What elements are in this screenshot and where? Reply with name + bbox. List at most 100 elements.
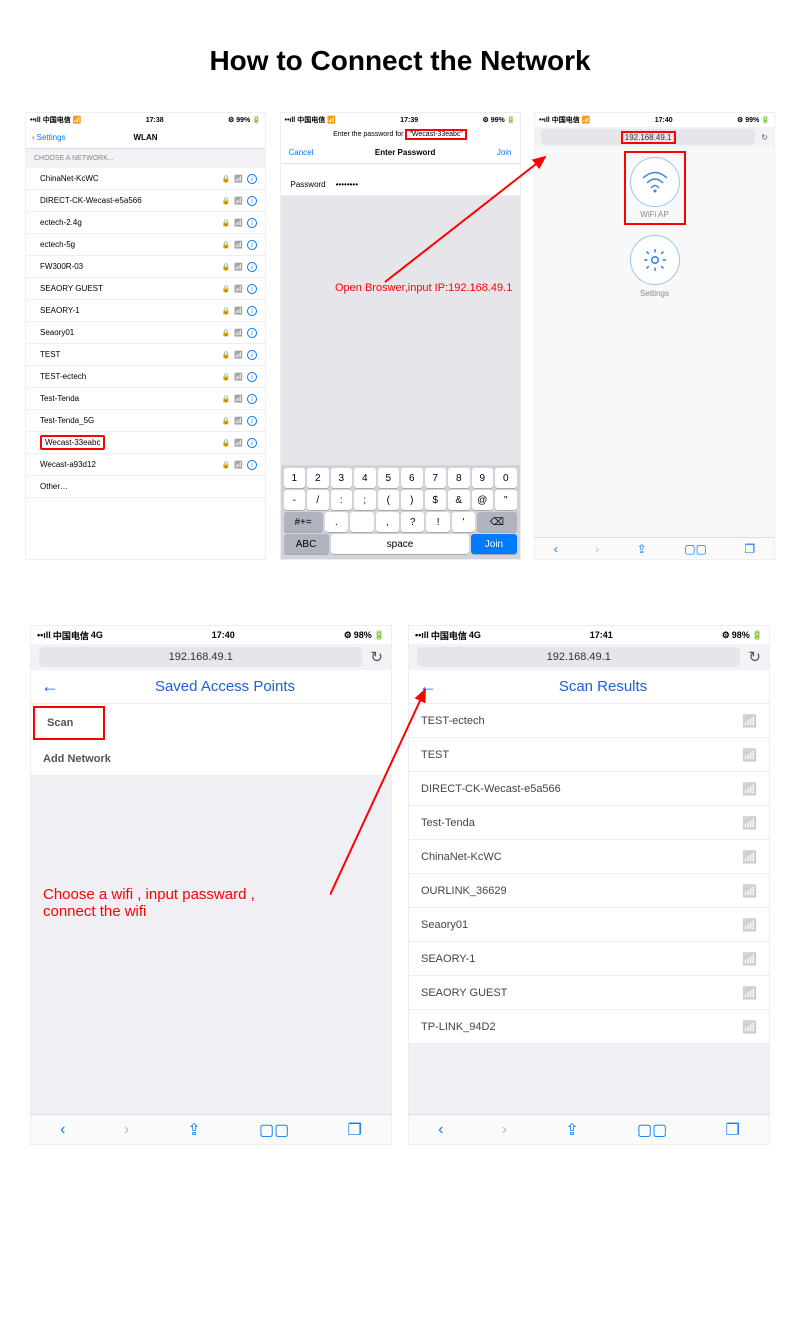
- kb-key[interactable]: (: [378, 490, 400, 510]
- add-network-button[interactable]: Add Network: [31, 742, 391, 776]
- kb-key[interactable]: 8: [448, 468, 470, 488]
- kb-key[interactable]: ": [495, 490, 517, 510]
- kb-key[interactable]: /: [307, 490, 329, 510]
- wifi-row[interactable]: Test-Tendai: [26, 388, 265, 410]
- reload-icon[interactable]: [761, 133, 768, 142]
- wifi-row[interactable]: Other…: [26, 476, 265, 498]
- share-icon[interactable]: ⇪: [187, 1120, 200, 1140]
- info-icon[interactable]: i: [247, 284, 257, 294]
- safari-toolbar: ‹ › ⇪ ▢▢ ❐: [409, 1114, 769, 1144]
- back-button[interactable]: ‹Settings: [32, 133, 66, 142]
- wifi-row[interactable]: FW300R-03i: [26, 256, 265, 278]
- kb-key[interactable]: .: [325, 512, 348, 532]
- wifi-row[interactable]: ectech-2.4gi: [26, 212, 265, 234]
- kb-key[interactable]: 6: [401, 468, 423, 488]
- kb-key[interactable]: 9: [472, 468, 494, 488]
- kb-shift[interactable]: #+=: [284, 512, 323, 532]
- info-icon[interactable]: i: [247, 262, 257, 272]
- info-icon[interactable]: i: [247, 394, 257, 404]
- wifi-row[interactable]: Test-Tenda_5Gi: [26, 410, 265, 432]
- scan-result-row[interactable]: SEAORY-1: [409, 942, 769, 976]
- tabs-icon[interactable]: ❐: [744, 542, 755, 556]
- kb-key[interactable]: 4: [354, 468, 376, 488]
- info-icon[interactable]: i: [247, 240, 257, 250]
- back-arrow-icon[interactable]: ←: [419, 676, 437, 697]
- back-arrow-icon[interactable]: ←: [41, 676, 59, 697]
- kb-backspace[interactable]: ⌫: [477, 512, 516, 532]
- wifi-row[interactable]: Seaory01i: [26, 322, 265, 344]
- scan-result-row[interactable]: Test-Tenda: [409, 806, 769, 840]
- kb-key[interactable]: 0: [495, 468, 517, 488]
- scan-result-row[interactable]: OURLINK_36629: [409, 874, 769, 908]
- kb-key[interactable]: 2: [307, 468, 329, 488]
- wifi-row[interactable]: ChinaNet-KcWCi: [26, 168, 265, 190]
- kb-key[interactable]: -: [284, 490, 306, 510]
- info-icon[interactable]: i: [247, 328, 257, 338]
- join-button[interactable]: Join: [497, 148, 512, 157]
- password-field-row[interactable]: Password ••••••••: [281, 174, 520, 196]
- info-icon[interactable]: i: [247, 306, 257, 316]
- back-icon[interactable]: ‹: [554, 542, 558, 556]
- wifi-row[interactable]: DIRECT-CK-Wecast-e5a566i: [26, 190, 265, 212]
- reload-icon[interactable]: [748, 648, 761, 666]
- wifi-row[interactable]: TEST-ectechi: [26, 366, 265, 388]
- bookmarks-icon[interactable]: ▢▢: [684, 542, 707, 556]
- bookmarks-icon[interactable]: ▢▢: [259, 1120, 289, 1140]
- scan-button[interactable]: Scan: [33, 706, 105, 740]
- kb-key[interactable]: ?: [401, 512, 424, 532]
- settings-button[interactable]: [630, 235, 680, 285]
- info-icon[interactable]: i: [247, 218, 257, 228]
- back-icon[interactable]: ‹: [60, 1121, 65, 1139]
- scan-result-row[interactable]: ChinaNet-KcWC: [409, 840, 769, 874]
- kb-key[interactable]: ): [401, 490, 423, 510]
- kb-abc[interactable]: ABC: [284, 534, 329, 554]
- reload-icon[interactable]: [370, 648, 383, 666]
- info-icon[interactable]: i: [247, 196, 257, 206]
- scan-result-row[interactable]: DIRECT-CK-Wecast-e5a566: [409, 772, 769, 806]
- share-icon[interactable]: ⇪: [637, 542, 647, 556]
- wifi-ap-button[interactable]: [630, 157, 680, 207]
- wifi-signal-icon: [742, 850, 757, 864]
- scan-result-row[interactable]: Seaory01: [409, 908, 769, 942]
- kb-key[interactable]: [350, 512, 373, 532]
- wifi-row[interactable]: SEAORY-1i: [26, 300, 265, 322]
- kb-join[interactable]: Join: [471, 534, 516, 554]
- bookmarks-icon[interactable]: ▢▢: [637, 1120, 667, 1140]
- cancel-button[interactable]: Cancel: [289, 148, 314, 157]
- kb-key[interactable]: 1: [284, 468, 306, 488]
- info-icon[interactable]: i: [247, 174, 257, 184]
- kb-key[interactable]: &: [448, 490, 470, 510]
- kb-key[interactable]: :: [331, 490, 353, 510]
- url-field[interactable]: 192.168.49.1: [39, 647, 362, 667]
- kb-key[interactable]: ': [452, 512, 475, 532]
- wifi-row[interactable]: Wecast-33eabci: [26, 432, 265, 454]
- kb-key[interactable]: ;: [354, 490, 376, 510]
- kb-key[interactable]: ,: [376, 512, 399, 532]
- wifi-row[interactable]: TESTi: [26, 344, 265, 366]
- kb-key[interactable]: 3: [331, 468, 353, 488]
- url-field[interactable]: 192.168.49.1: [417, 647, 740, 667]
- kb-key[interactable]: @: [472, 490, 494, 510]
- scan-result-row[interactable]: TEST-ectech: [409, 704, 769, 738]
- kb-space[interactable]: space: [331, 534, 470, 554]
- info-icon[interactable]: i: [247, 438, 257, 448]
- scan-result-row[interactable]: TP-LINK_94D2: [409, 1010, 769, 1044]
- url-field[interactable]: 192.168.49.1: [541, 129, 755, 145]
- tabs-icon[interactable]: ❐: [725, 1120, 739, 1140]
- info-icon[interactable]: i: [247, 460, 257, 470]
- wifi-row[interactable]: SEAORY GUESTi: [26, 278, 265, 300]
- wifi-row[interactable]: Wecast-a93d12i: [26, 454, 265, 476]
- kb-key[interactable]: $: [425, 490, 447, 510]
- scan-result-row[interactable]: SEAORY GUEST: [409, 976, 769, 1010]
- scan-result-row[interactable]: TEST: [409, 738, 769, 772]
- back-icon[interactable]: ‹: [438, 1121, 443, 1139]
- kb-key[interactable]: !: [426, 512, 449, 532]
- share-icon[interactable]: ⇪: [565, 1120, 578, 1140]
- kb-key[interactable]: 7: [425, 468, 447, 488]
- tabs-icon[interactable]: ❐: [347, 1120, 361, 1140]
- info-icon[interactable]: i: [247, 350, 257, 360]
- info-icon[interactable]: i: [247, 416, 257, 426]
- kb-key[interactable]: 5: [378, 468, 400, 488]
- wifi-row[interactable]: ectech-5gi: [26, 234, 265, 256]
- info-icon[interactable]: i: [247, 372, 257, 382]
